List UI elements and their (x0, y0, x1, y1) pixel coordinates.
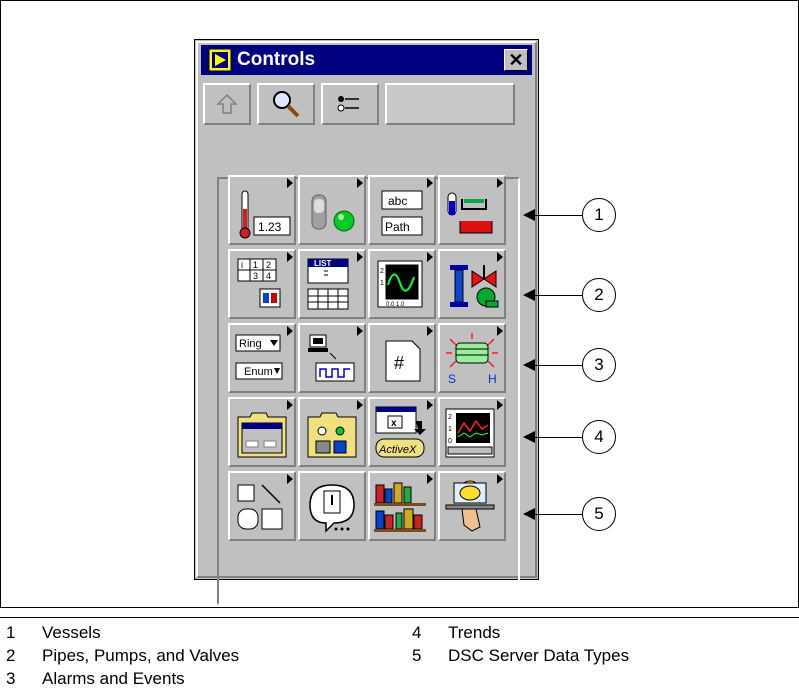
alarm-h-text: H (488, 372, 497, 386)
palette-grid: 1.23 abc Path i 1 2 3 4 LIST 2 1 0.0 1.0… (228, 175, 508, 543)
string-path-controls[interactable]: abc Path (368, 175, 436, 245)
list-table-controls[interactable]: LIST (298, 249, 366, 319)
palette-icon (209, 49, 231, 71)
svg-text:3: 3 (253, 271, 258, 281)
svg-text:1: 1 (253, 260, 258, 270)
svg-text:1: 1 (448, 426, 452, 433)
libraries-icon (374, 482, 426, 532)
callout-2: 2 (582, 278, 616, 312)
pipes-pumps-valves-controls[interactable] (438, 249, 506, 319)
callout-4: 4 (582, 420, 616, 454)
select-control[interactable] (298, 471, 366, 541)
options-button[interactable] (321, 83, 379, 125)
callout-line-2 (533, 295, 583, 296)
callout-line-1 (533, 215, 583, 216)
up-button[interactable] (203, 83, 251, 125)
svg-text:1: 1 (380, 280, 384, 287)
svg-text:2: 2 (448, 414, 452, 421)
decorations[interactable] (228, 471, 296, 541)
string-icon-text: abc (388, 194, 407, 208)
list-table-icon: LIST (307, 258, 349, 310)
legend-item-4: 4 Trends (412, 623, 501, 642)
legend-item-5: 5 DSC Server Data Types (412, 646, 630, 665)
trend-icon: 2 1 0 (445, 408, 495, 458)
numeric-controls[interactable]: 1.23 (228, 175, 296, 245)
string-path-icon: abc Path (381, 190, 423, 236)
server-tray-icon (445, 480, 495, 532)
svg-text:x: x (391, 418, 397, 429)
path-icon-text: Path (385, 220, 410, 234)
options-icon (337, 96, 359, 112)
activex-controls[interactable]: x ActiveX (368, 397, 436, 467)
svg-text:4: 4 (266, 271, 271, 281)
boolean-icon (311, 194, 355, 232)
up-arrow-icon (216, 93, 238, 114)
svg-text:i: i (241, 260, 243, 270)
legend-divider (0, 617, 799, 618)
classic-controls[interactable] (298, 397, 366, 467)
enum-icon-text: Enum (244, 366, 273, 378)
graph-icon: 2 1 0.0 1.0 (377, 260, 423, 308)
numeric-icon: 1.23 (239, 190, 291, 239)
alarm-icon: S H (446, 333, 498, 386)
numeric-icon-text: 1.23 (258, 220, 282, 234)
activex-icon-text: ActiveX (378, 444, 417, 456)
dialog-controls[interactable] (228, 397, 296, 467)
callout-3: 3 (582, 348, 616, 382)
legend-item-3: 3 Alarms and Events (6, 669, 185, 688)
classic-icon (307, 412, 357, 458)
ring-enum-icon: Ring Enum (235, 334, 283, 380)
array-cluster-icon: i 1 2 3 4 (237, 258, 281, 308)
activex-icon: x ActiveX (375, 406, 426, 458)
alarms-events-controls[interactable]: S H (438, 323, 506, 393)
svg-text:2: 2 (266, 260, 271, 270)
legend-item-1: 1 Vessels (6, 623, 101, 642)
legend: 1 Vessels 2 Pipes, Pumps, and Valves 3 Alar… (6, 622, 796, 697)
graph-icon-text: 0.0 1.0 (386, 302, 405, 308)
graph-controls[interactable]: 2 1 0.0 1.0 (368, 249, 436, 319)
palette-toolbar (201, 80, 532, 130)
user-libraries[interactable] (368, 471, 436, 541)
search-button[interactable] (257, 83, 315, 125)
dsc-server-data-types[interactable] (438, 471, 506, 541)
legend-item-2: 2 Pipes, Pumps, and Valves (6, 646, 240, 665)
refnum-icon: # (385, 340, 421, 382)
vessel-icon (447, 192, 493, 234)
refnum-icon-text: # (394, 353, 404, 373)
callout-1: 1 (582, 198, 616, 232)
alarm-s-text: S (448, 372, 456, 386)
boolean-controls[interactable] (298, 175, 366, 245)
decorations-icon (237, 484, 283, 530)
callout-line-4 (533, 437, 583, 438)
array-cluster-controls[interactable]: i 1 2 3 4 (228, 249, 296, 319)
dialog-icon (237, 412, 287, 458)
svg-text:2: 2 (380, 268, 384, 275)
ring-icon-text: Ring (239, 338, 262, 350)
controls-palette-window: Controls ✕ 1.23 abc Path i 1 2 3 4 LIST … (194, 39, 539, 605)
trends-controls[interactable]: 2 1 0 (438, 397, 506, 467)
io-controls[interactable] (298, 323, 366, 393)
refnum-controls[interactable]: # (368, 323, 436, 393)
toolbar-blank-area (385, 83, 515, 125)
ring-enum-controls[interactable]: Ring Enum (228, 323, 296, 393)
callout-line-3 (533, 365, 583, 366)
search-icon (273, 91, 300, 118)
svg-text:0: 0 (448, 438, 452, 445)
close-button[interactable]: ✕ (504, 49, 528, 71)
callout-line-5 (533, 514, 583, 515)
pipe-valve-icon (450, 265, 499, 308)
title-bar[interactable]: Controls ✕ (201, 45, 532, 75)
callout-5: 5 (582, 497, 616, 531)
close-icon: ✕ (508, 50, 524, 70)
io-icon (308, 334, 355, 382)
list-icon-text: LIST (314, 259, 331, 268)
vessels-controls[interactable] (438, 175, 506, 245)
select-control-icon (309, 484, 355, 533)
window-title: Controls (237, 49, 316, 70)
